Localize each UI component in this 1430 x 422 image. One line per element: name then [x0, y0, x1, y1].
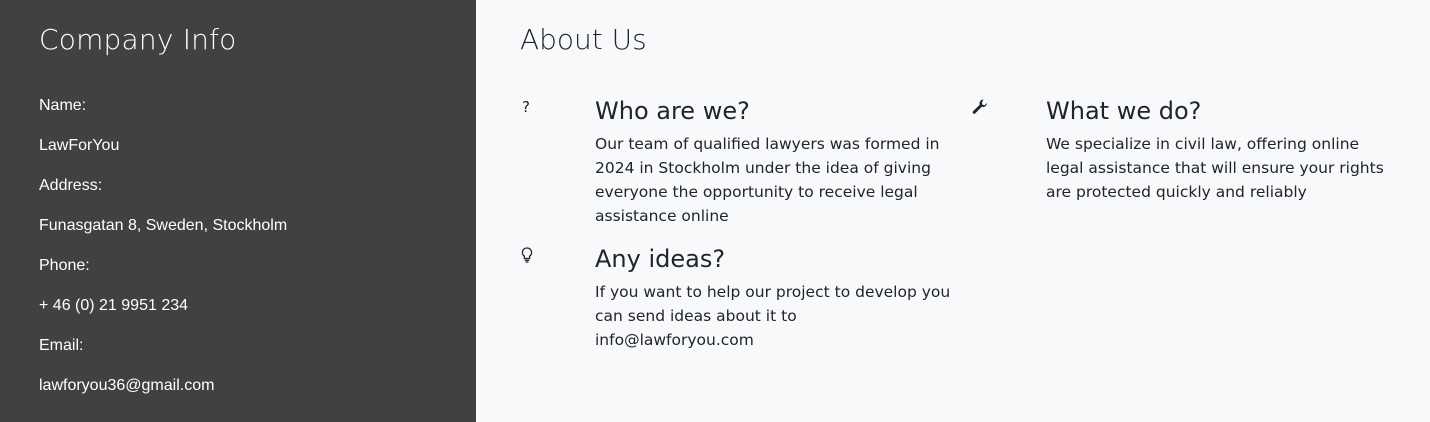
about-us-title: About Us [520, 23, 647, 56]
company-name-value: LawForYou [39, 137, 120, 154]
address-value: Funasgatan 8, Sweden, Stockholm [39, 217, 288, 234]
email-value: lawforyou36@gmail.com [39, 377, 215, 394]
address-label: Address: [39, 177, 103, 194]
svg-text:?: ? [522, 98, 530, 116]
feature-text: Our team of qualified lawyers was formed… [595, 135, 940, 225]
phone-label: Phone: [39, 257, 90, 274]
about-us-section: About Us ? Who are we? Our team of quali… [476, 0, 1430, 422]
feature-title: Any ideas? [595, 245, 726, 273]
company-info-panel: Company Info Name: LawForYou Address: Fu… [0, 0, 476, 422]
lightbulb-icon [520, 246, 534, 264]
feature-content: Any ideas? If you want to help our proje… [595, 244, 955, 352]
phone-value: + 46 (0) 21 9951 234 [39, 297, 189, 314]
feature-title: Who are we? [595, 97, 750, 125]
feature-text: We specialize in civil law, offering onl… [1046, 135, 1384, 201]
name-label: Name: [39, 97, 87, 114]
company-info-title: Company Info [39, 23, 237, 56]
wrench-icon [971, 98, 987, 116]
feature-content: Who are we? Our team of qualified lawyer… [595, 96, 945, 228]
question-icon: ? [520, 98, 534, 116]
email-label: Email: [39, 337, 84, 354]
feature-content: What we do? We specialize in civil law, … [1046, 96, 1391, 204]
feature-title: What we do? [1046, 97, 1202, 125]
feature-text: If you want to help our project to devel… [595, 283, 951, 349]
company-info-list: Name: LawForYou Address: Funasgatan 8, S… [39, 96, 476, 396]
page: Company Info Name: LawForYou Address: Fu… [0, 0, 1430, 422]
